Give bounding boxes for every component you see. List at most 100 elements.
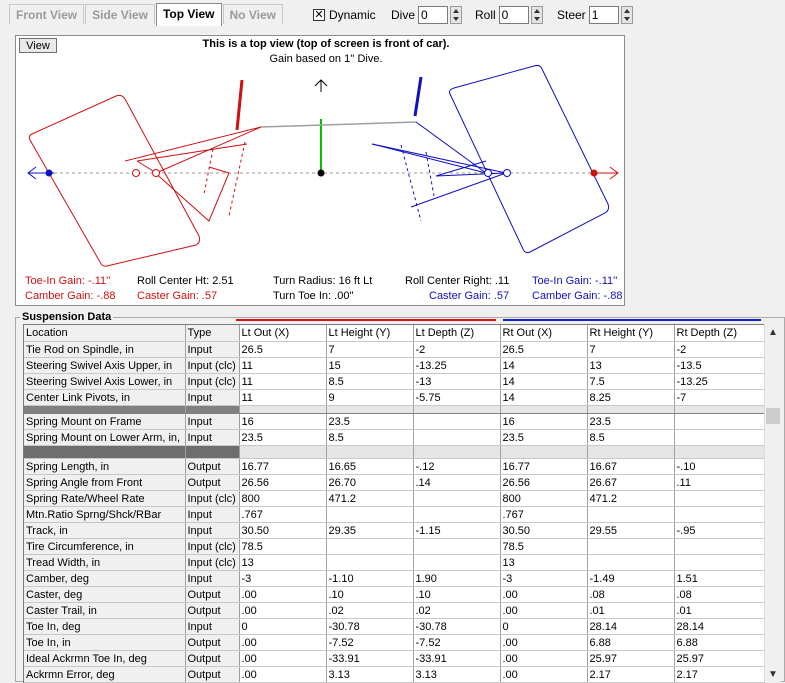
value-cell[interactable]: -13.5 bbox=[674, 357, 765, 374]
value-cell[interactable]: 23.5 bbox=[326, 413, 414, 430]
value-cell[interactable] bbox=[674, 429, 765, 446]
value-cell[interactable]: .00 bbox=[500, 666, 588, 683]
value-cell[interactable] bbox=[413, 490, 501, 507]
value-cell[interactable]: 16.77 bbox=[239, 458, 327, 475]
value-cell[interactable]: -13.25 bbox=[413, 357, 501, 374]
roll-spinner[interactable] bbox=[530, 6, 543, 24]
tab-side-view[interactable]: Side View bbox=[85, 4, 155, 24]
col-header-rt-out[interactable]: Rt Out (X) bbox=[500, 325, 588, 342]
value-cell[interactable]: .00 bbox=[239, 666, 327, 683]
value-cell[interactable]: .02 bbox=[326, 602, 414, 619]
value-cell[interactable]: -.10 bbox=[674, 458, 765, 475]
value-cell[interactable]: 23.5 bbox=[587, 413, 675, 430]
value-cell[interactable]: 28.14 bbox=[674, 618, 765, 635]
value-cell[interactable]: 471.2 bbox=[326, 490, 414, 507]
value-cell[interactable] bbox=[413, 554, 501, 571]
value-cell[interactable]: -7.52 bbox=[413, 634, 501, 651]
col-header-type[interactable]: Type bbox=[185, 325, 240, 342]
value-cell[interactable]: -13 bbox=[413, 373, 501, 390]
value-cell[interactable] bbox=[413, 429, 501, 446]
value-cell[interactable] bbox=[413, 506, 501, 523]
value-cell[interactable]: -7.52 bbox=[326, 634, 414, 651]
value-cell[interactable] bbox=[326, 538, 414, 555]
value-cell[interactable]: .11 bbox=[674, 474, 765, 491]
value-cell[interactable]: 16.67 bbox=[587, 458, 675, 475]
value-cell[interactable]: 26.70 bbox=[326, 474, 414, 491]
value-cell[interactable] bbox=[326, 554, 414, 571]
value-cell[interactable]: -33.91 bbox=[413, 650, 501, 667]
value-cell[interactable]: 28.14 bbox=[587, 618, 675, 635]
value-cell[interactable]: 13 bbox=[239, 554, 327, 571]
spin-up-icon[interactable] bbox=[533, 9, 540, 13]
value-cell[interactable]: 14 bbox=[500, 373, 588, 390]
spin-down-icon[interactable] bbox=[533, 17, 540, 21]
value-cell[interactable]: 0 bbox=[500, 618, 588, 635]
value-cell[interactable]: 471.2 bbox=[587, 490, 675, 507]
value-cell[interactable]: 8.5 bbox=[587, 429, 675, 446]
value-cell[interactable]: 1.51 bbox=[674, 570, 765, 587]
value-cell[interactable] bbox=[413, 413, 501, 430]
value-cell[interactable] bbox=[587, 554, 675, 571]
spin-down-icon[interactable] bbox=[623, 17, 630, 21]
tab-no-view[interactable]: No View bbox=[222, 4, 283, 24]
value-cell[interactable] bbox=[413, 538, 501, 555]
value-cell[interactable]: .00 bbox=[500, 586, 588, 603]
value-cell[interactable]: .01 bbox=[587, 602, 675, 619]
value-cell[interactable]: -.95 bbox=[674, 522, 765, 539]
value-cell[interactable]: 15 bbox=[326, 357, 414, 374]
steer-spinner[interactable] bbox=[620, 6, 633, 24]
value-cell[interactable]: 26.5 bbox=[239, 341, 327, 358]
value-cell[interactable]: 11 bbox=[239, 357, 327, 374]
dive-input[interactable]: 0 bbox=[418, 6, 449, 24]
col-header-rt-height[interactable]: Rt Height (Y) bbox=[587, 325, 675, 342]
value-cell[interactable]: 6.88 bbox=[674, 634, 765, 651]
roll-input[interactable]: 0 bbox=[498, 6, 529, 24]
value-cell[interactable]: 16 bbox=[500, 413, 588, 430]
value-cell[interactable]: -3 bbox=[500, 570, 588, 587]
dynamic-check-mark[interactable]: ✕ bbox=[313, 9, 325, 21]
value-cell[interactable]: 16 bbox=[239, 413, 327, 430]
value-cell[interactable]: .00 bbox=[239, 586, 327, 603]
value-cell[interactable] bbox=[587, 538, 675, 555]
value-cell[interactable]: 1.90 bbox=[413, 570, 501, 587]
value-cell[interactable]: 14 bbox=[500, 357, 588, 374]
value-cell[interactable]: 25.97 bbox=[674, 650, 765, 667]
value-cell[interactable]: 78.5 bbox=[239, 538, 327, 555]
value-cell[interactable]: .10 bbox=[326, 586, 414, 603]
dive-spinner[interactable] bbox=[450, 6, 463, 24]
value-cell[interactable]: 16.77 bbox=[500, 458, 588, 475]
value-cell[interactable]: 26.67 bbox=[587, 474, 675, 491]
value-cell[interactable] bbox=[674, 538, 765, 555]
value-cell[interactable]: 11 bbox=[239, 373, 327, 390]
value-cell[interactable]: 7 bbox=[326, 341, 414, 358]
value-cell[interactable]: -2 bbox=[674, 341, 765, 358]
value-cell[interactable]: 11 bbox=[239, 389, 327, 406]
value-cell[interactable] bbox=[674, 490, 765, 507]
value-cell[interactable]: -13.25 bbox=[674, 373, 765, 390]
value-cell[interactable]: 800 bbox=[500, 490, 588, 507]
value-cell[interactable]: 78.5 bbox=[500, 538, 588, 555]
value-cell[interactable]: .00 bbox=[500, 634, 588, 651]
value-cell[interactable]: .08 bbox=[674, 586, 765, 603]
value-cell[interactable] bbox=[674, 413, 765, 430]
value-cell[interactable]: .00 bbox=[239, 650, 327, 667]
value-cell[interactable]: 30.50 bbox=[239, 522, 327, 539]
view-button[interactable]: View bbox=[19, 38, 57, 53]
value-cell[interactable]: -1.10 bbox=[326, 570, 414, 587]
value-cell[interactable]: 9 bbox=[326, 389, 414, 406]
value-cell[interactable]: 29.35 bbox=[326, 522, 414, 539]
value-cell[interactable]: .10 bbox=[413, 586, 501, 603]
value-cell[interactable]: .767 bbox=[500, 506, 588, 523]
value-cell[interactable]: .01 bbox=[674, 602, 765, 619]
value-cell[interactable]: 8.5 bbox=[326, 373, 414, 390]
value-cell[interactable] bbox=[674, 506, 765, 523]
value-cell[interactable]: .00 bbox=[500, 650, 588, 667]
value-cell[interactable]: .767 bbox=[239, 506, 327, 523]
value-cell[interactable]: .00 bbox=[239, 602, 327, 619]
value-cell[interactable]: .08 bbox=[587, 586, 675, 603]
value-cell[interactable]: 13 bbox=[587, 357, 675, 374]
value-cell[interactable]: 0 bbox=[239, 618, 327, 635]
value-cell[interactable] bbox=[674, 554, 765, 571]
spin-down-icon[interactable] bbox=[453, 17, 460, 21]
value-cell[interactable]: 26.56 bbox=[500, 474, 588, 491]
